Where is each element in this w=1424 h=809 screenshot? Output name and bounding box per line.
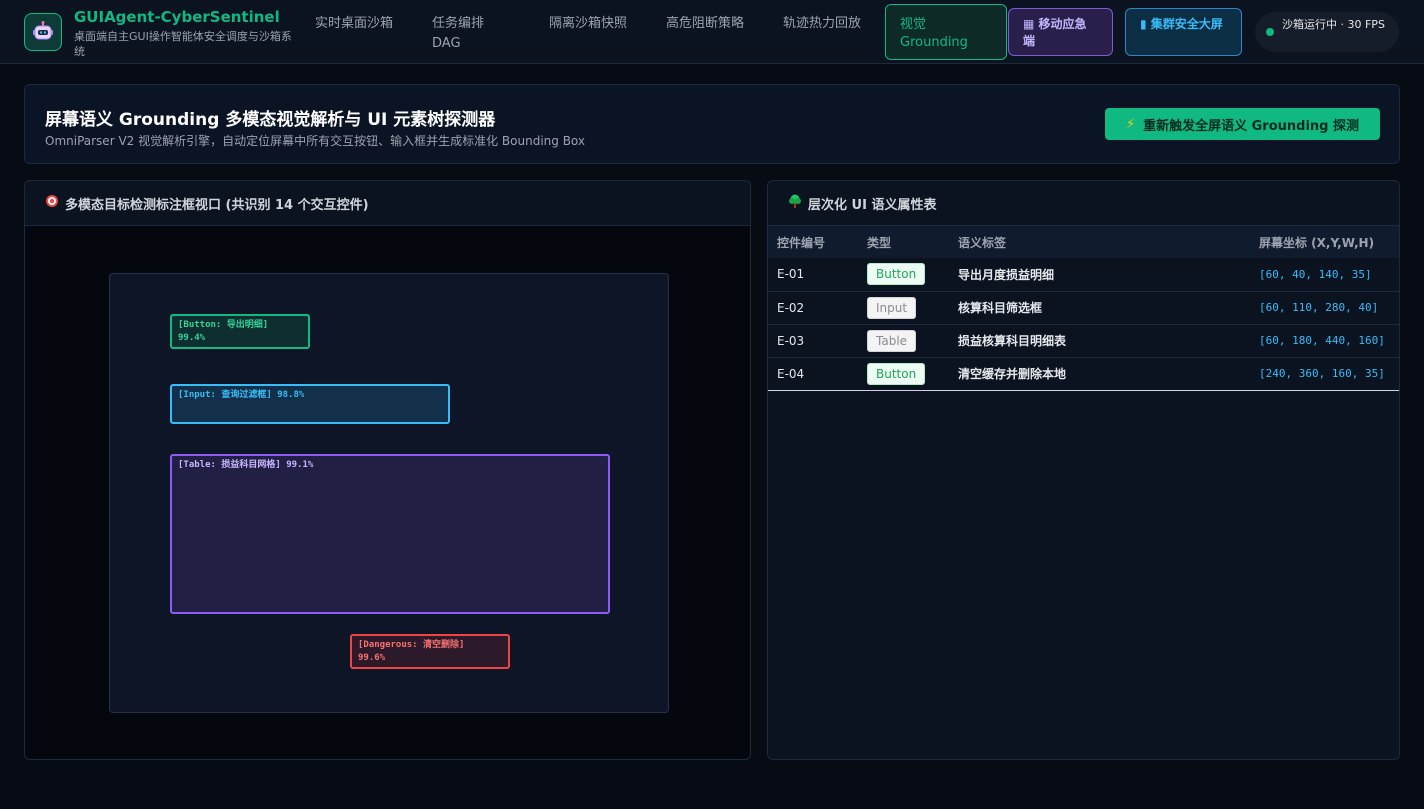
bbox-input-filter[interactable]: [Input: 查询过滤框] 98.8% [170,384,450,424]
nav-item-task-dag[interactable]: 任务编排DAG [432,14,500,54]
bbox-table-grid[interactable]: [Table: 损益科目网格] 99.1% [170,454,610,614]
semantic-label: 损益核算科目明细表 [958,334,1067,348]
type-badge: Button [867,362,926,385]
column-header-label: 语义标签 [958,235,1007,250]
nav-item-realtime-sandbox[interactable]: 实时桌面沙箱 [315,14,395,34]
page-subtitle: OmniParser V2 视觉解析引擎，自动定位屏幕中所有交互按钮、输入框并生… [45,134,585,148]
detection-panel-header: 多模态目标检测标注框视口 (共识别 14 个交互控件) [25,181,750,226]
ui-tree-panel-title: 层次化 UI 语义属性表 [808,197,937,213]
screen-coordinates: [60, 180, 440, 160] [1259,334,1385,347]
cluster-dashboard-button[interactable]: ▮ 集群安全大屏 [1125,8,1242,56]
bbox-label: [Button: 导出明细] [178,320,269,330]
grounding-header-card: 屏幕语义 Grounding 多模态视觉解析与 UI 元素树探测器 OmniPa… [24,84,1400,164]
table-row[interactable]: E-01 Button 导出月度损益明细 [60, 40, 140, 35] [768,258,1399,291]
element-type-cell: Table [858,324,949,357]
nav-item-sandbox-snapshot[interactable]: 隔离沙箱快照 [549,14,629,34]
element-id: E-02 [777,300,805,315]
nav-item-block-policy[interactable]: 高危阻断策略 [666,14,746,34]
annotated-screen-canvas: [Button: 导出明细] 99.4% [Input: 查询过滤框] 98.8… [109,273,669,713]
bbox-score: 99.6% [358,653,386,663]
top-navigation-bar: GUIAgent-CyberSentinel 桌面端自主GUI操作智能体安全调度… [0,0,1424,64]
table-row[interactable]: E-04 Button 清空缓存并删除本地 [240, 360, 160, 35… [768,357,1399,390]
tree-icon [788,194,802,212]
semantic-label: 导出月度损益明细 [958,267,1055,282]
bbox-label: [Dangerous: 清空删除] [358,640,465,650]
table-row[interactable]: E-03 Table 损益核算科目明细表 [60, 180, 440, 160] [768,324,1399,357]
detection-panel-title: 多模态目标检测标注框视口 (共识别 14 个交互控件) [65,197,369,213]
column-header-coords: 屏幕坐标 (X,Y,W,H) [1259,235,1375,250]
detection-viewport: [Button: 导出明细] 99.4% [Input: 查询过滤框] 98.8… [25,226,750,759]
nav-item-trajectory-heatmap[interactable]: 轨迹热力回放 [783,14,863,34]
bar-chart-icon: ▮ [1140,17,1151,31]
nav-item-visual-grounding[interactable]: 视觉Grounding [885,4,1007,60]
bbox-score: 99.4% [178,333,206,343]
retrigger-grounding-button[interactable]: ⚡ 重新触发全屏语义 Grounding 探测 [1105,108,1380,140]
sandbox-status-text: 沙箱运行中 · 30 FPS [1282,18,1385,31]
bbox-button-export[interactable]: [Button: 导出明细] 99.4% [170,314,310,349]
element-type-cell: Button [858,357,949,390]
column-header-id: 控件编号 [777,235,826,250]
mobile-calculator-icon: ▦ [1023,17,1039,31]
bbox-label: [Table: 损益科目网格] [178,460,281,470]
retrigger-grounding-label: 重新触发全屏语义 Grounding 探测 [1143,118,1360,134]
screen-coordinates: [60, 110, 280, 40] [1259,301,1379,314]
ui-tree-panel-header: 层次化 UI 语义属性表 [768,181,1399,226]
type-badge: Table [867,329,917,352]
bbox-score: 98.8% [277,390,305,400]
robot-logo-icon [24,13,62,51]
element-type-cell: Input [858,291,949,324]
app-title: GUIAgent-CyberSentinel [74,8,280,26]
type-badge: Input [867,296,917,319]
ui-tree-panel: 层次化 UI 语义属性表 控件编号 类型 语义标签 屏幕坐标 (X,Y,W,H)… [767,180,1400,760]
table-row[interactable]: E-02 Input 核算科目筛选框 [60, 110, 280, 40] [768,291,1399,324]
element-type-cell: Button [858,258,949,291]
column-header-type: 类型 [867,235,892,250]
screen-coordinates: [60, 40, 140, 35] [1259,267,1372,281]
bbox-score: 99.1% [286,460,314,470]
semantic-label: 清空缓存并删除本地 [958,367,1067,381]
element-id: E-01 [777,267,805,282]
page-title: 屏幕语义 Grounding 多模态视觉解析与 UI 元素树探测器 [45,110,496,130]
app-subtitle: 桌面端自主GUI操作智能体安全调度与沙箱系统 [74,30,292,58]
semantic-label: 核算科目筛选框 [958,301,1043,315]
element-id: E-04 [777,366,805,381]
sandbox-status-badge: 沙箱运行中 · 30 FPS [1255,12,1399,52]
type-badge: Button [867,263,926,286]
lightning-icon: ⚡ [1125,116,1136,132]
ui-attribute-table: 控件编号 类型 语义标签 屏幕坐标 (X,Y,W,H) E-01 Button … [768,226,1399,391]
screen-coordinates: [240, 360, 160, 35] [1259,367,1385,380]
element-id: E-03 [777,333,805,348]
mobile-emergency-button[interactable]: ▦ 移动应急端 [1008,8,1113,56]
cluster-dashboard-label: 集群安全大屏 [1150,17,1223,31]
target-icon [45,194,59,212]
bbox-dangerous-delete[interactable]: [Dangerous: 清空删除] 99.6% [350,634,510,669]
table-header-row: 控件编号 类型 语义标签 屏幕坐标 (X,Y,W,H) [768,226,1399,258]
bbox-label: [Input: 查询过滤框] [178,390,272,400]
status-dot-icon [1266,28,1274,36]
detection-panel: 多模态目标检测标注框视口 (共识别 14 个交互控件) [Button: 导出明… [24,180,751,760]
